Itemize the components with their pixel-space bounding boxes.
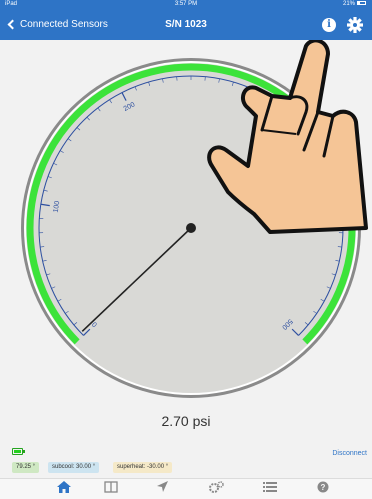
location-arrow-icon: [157, 481, 168, 492]
status-battery: 21%: [343, 0, 366, 9]
disconnect-button[interactable]: Disconnect: [332, 450, 367, 457]
pressure-reading: 2.70 psi: [161, 413, 211, 429]
status-battery-percent: 21%: [342, 1, 355, 7]
tab-help[interactable]: ?: [311, 481, 335, 499]
tab-list[interactable]: [258, 481, 282, 499]
status-battery-icon: [357, 1, 366, 6]
status-time: 3:57 PM: [174, 1, 198, 7]
svg-text:?: ?: [321, 483, 326, 492]
sensor-info-panel: Disconnect 79.25 ° subcool: 30.00 ° supe…: [0, 440, 372, 478]
gauge-needle-hub: [186, 223, 196, 233]
help-icon: ?: [317, 481, 329, 493]
temperature-badge: 79.25 °: [12, 462, 40, 473]
info-icon[interactable]: i: [322, 18, 336, 32]
tab-home[interactable]: [52, 481, 76, 499]
tab-settings[interactable]: [204, 481, 228, 499]
app-screen: iPad 3:57 PM 21% Connected Sensors S/N 1…: [0, 0, 372, 499]
gears-icon: [209, 481, 224, 493]
back-button[interactable]: Connected Sensors: [6, 9, 108, 40]
back-button-label: Connected Sensors: [20, 19, 108, 30]
subcool-badge: subcool: 30.00 °: [48, 462, 100, 473]
list-icon: [263, 482, 277, 492]
pressure-gauge: 0100200300400500: [21, 40, 368, 398]
chevron-left-icon: [7, 19, 18, 30]
status-bar: iPad 3:57 PM 21%: [0, 0, 372, 9]
superheat-badge: superheat: -30.00 °: [113, 462, 173, 473]
tab-bar: ?: [0, 478, 372, 499]
home-icon: [57, 481, 71, 493]
split-view-icon: [104, 481, 118, 493]
nav-bar: Connected Sensors S/N 1023 i: [0, 9, 372, 40]
battery-icon: [12, 448, 25, 455]
gear-icon[interactable]: [347, 17, 363, 33]
tab-location[interactable]: [151, 481, 175, 499]
tab-split-view[interactable]: [99, 481, 123, 499]
